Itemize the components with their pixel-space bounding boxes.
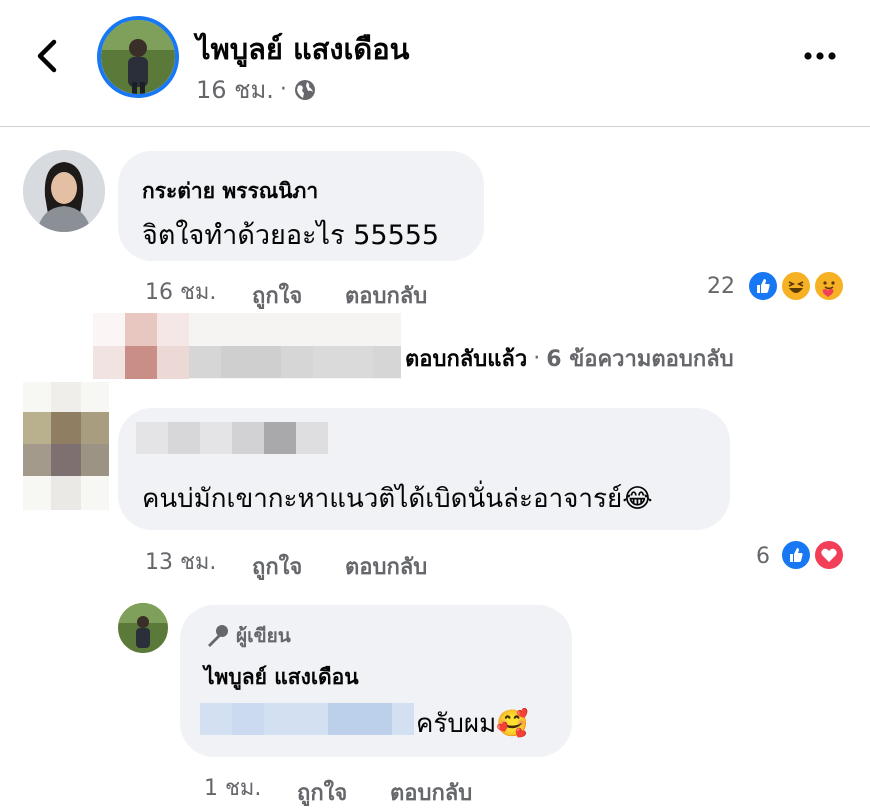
- header-author-name[interactable]: ไพบูลย์ แสงเดือน: [196, 26, 410, 72]
- author-avatar[interactable]: [97, 16, 179, 98]
- comment-time: 13 ชม.: [145, 550, 217, 575]
- reaction-count[interactable]: 22: [707, 274, 735, 299]
- more-dots-icon: [804, 52, 836, 60]
- post-meta: 16 ชม. ·: [196, 70, 317, 109]
- author-reply-bubble[interactable]: ผู้เขียน ไพบูลย์ แสงเดือน ครับผม🥰: [180, 605, 572, 757]
- care-reaction-icon: [813, 270, 845, 302]
- microphone-icon: [208, 625, 228, 647]
- more-options-button[interactable]: [800, 44, 840, 68]
- like-button[interactable]: ถูกใจ: [252, 549, 302, 584]
- comment-author-blurred[interactable]: [136, 422, 328, 454]
- replies-separator: ·: [533, 346, 541, 371]
- comment-text: จิตใจทำด้วยอะไร 55555: [142, 220, 440, 251]
- commenter-avatar-blurred[interactable]: [23, 382, 109, 510]
- view-replies-link[interactable]: ตอบกลับแล้ว · 6 ข้อความตอบกลับ: [405, 341, 734, 376]
- author-badge-label: ผู้เขียน: [236, 625, 291, 647]
- like-reaction-icon: [780, 539, 812, 571]
- author-reply-text: ครับผม🥰: [416, 709, 529, 739]
- comment-author[interactable]: กระต่าย พรรณนิภา: [142, 175, 318, 208]
- like-button[interactable]: ถูกใจ: [252, 278, 302, 313]
- meta-separator: ·: [279, 77, 287, 102]
- replier-avatars-blurred[interactable]: [93, 313, 401, 379]
- mention-tag-blurred[interactable]: [200, 703, 414, 735]
- chevron-left-icon: [37, 39, 57, 73]
- post-time[interactable]: 16 ชม.: [196, 70, 274, 109]
- like-reaction-icon: [747, 270, 779, 302]
- reaction-count[interactable]: 6: [756, 544, 770, 569]
- like-button[interactable]: ถูกใจ: [297, 775, 347, 810]
- author-badge: ผู้เขียน: [204, 621, 291, 651]
- header-divider: [0, 126, 870, 127]
- replied-label: ตอบกลับแล้ว: [405, 347, 528, 372]
- comment-time: 16 ชม.: [145, 280, 217, 305]
- author-photo: [101, 20, 175, 94]
- comment-text: คนบ่มักเขากะหาแนวติได้เบิดนั่นล่ะอาจารย์…: [142, 484, 653, 514]
- love-reaction-icon: [813, 539, 845, 571]
- comment-bubble[interactable]: คนบ่มักเขากะหาแนวติได้เบิดนั่นล่ะอาจารย์…: [118, 408, 730, 530]
- replies-count: 6 ข้อความตอบกลับ: [546, 347, 734, 372]
- reply-button[interactable]: ตอบกลับ: [345, 278, 427, 313]
- comment-bubble[interactable]: กระต่าย พรรณนิภา จิตใจทำด้วยอะไร 55555: [118, 151, 484, 261]
- author-reply-avatar[interactable]: [118, 603, 168, 653]
- globe-icon: [294, 79, 315, 100]
- author-reply-time: 1 ชม.: [204, 776, 262, 801]
- reply-button[interactable]: ตอบกลับ: [345, 549, 427, 584]
- haha-reaction-icon: [780, 270, 812, 302]
- author-reply-photo: [118, 603, 168, 653]
- reply-button[interactable]: ตอบกลับ: [390, 775, 472, 810]
- commenter-photo: [23, 150, 105, 232]
- commenter-avatar[interactable]: [23, 150, 105, 232]
- back-button[interactable]: [28, 36, 68, 76]
- author-reply-name[interactable]: ไพบูลย์ แสงเดือน: [204, 661, 359, 694]
